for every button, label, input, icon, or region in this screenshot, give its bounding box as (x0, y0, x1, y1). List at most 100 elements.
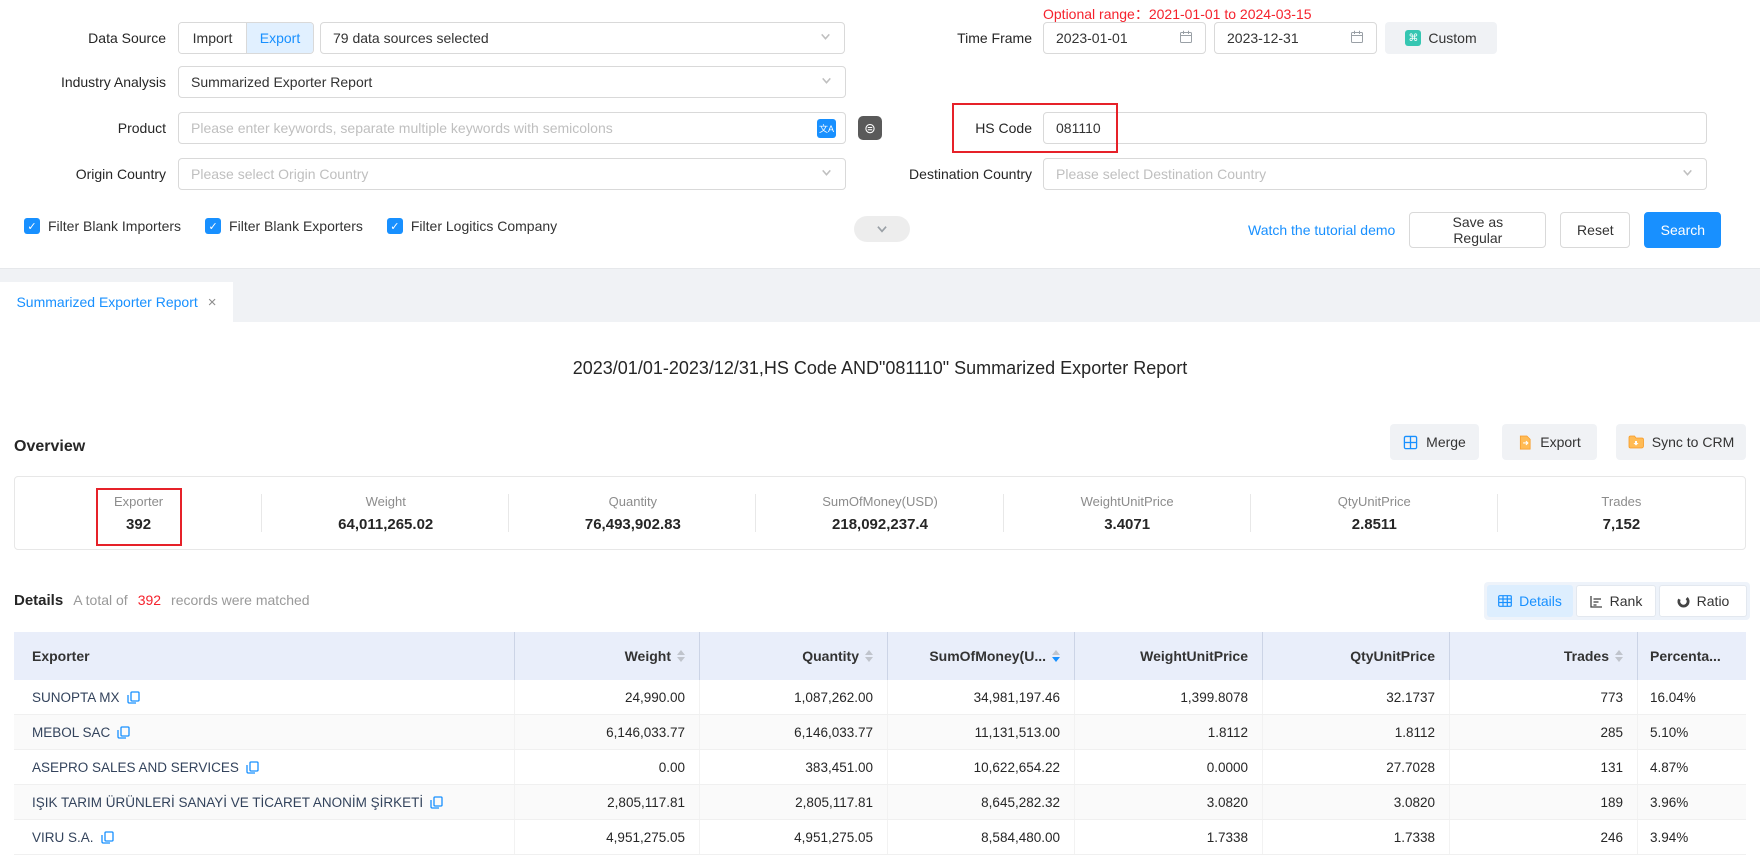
tab-title: Summarized Exporter Report (16, 294, 197, 310)
product-input[interactable]: Please enter keywords, separate multiple… (178, 112, 846, 144)
column-header-exporter[interactable]: Exporter (14, 632, 514, 680)
custom-range-button[interactable]: ⌘ Custom (1385, 22, 1497, 54)
sort-icon[interactable] (865, 650, 873, 662)
column-header-sum-of-money[interactable]: SumOfMoney(U... (887, 632, 1074, 680)
column-header-qty-unit-price[interactable]: QtyUnitPrice (1262, 632, 1449, 680)
export-button[interactable]: Export (1502, 424, 1597, 460)
sum-of-money-cell: 8,645,282.32 (887, 785, 1074, 819)
total-count: 392 (138, 592, 161, 608)
stat-trades: Trades 7,152 (1498, 477, 1745, 549)
translate-icon[interactable]: 文A (817, 119, 836, 138)
total-suffix: records were matched (171, 592, 310, 608)
rank-icon (1590, 595, 1603, 608)
checkbox-filter-logitics-company[interactable]: ✓ Filter Logitics Company (387, 218, 557, 234)
import-toggle[interactable]: Import (179, 23, 246, 53)
industry-analysis-select[interactable]: Summarized Exporter Report (178, 66, 846, 98)
stat-label: QtyUnitPrice (1338, 494, 1411, 509)
copy-icon[interactable] (430, 796, 443, 809)
filter-panel: Optional range：2021-01-01 to 2024-03-15 … (0, 0, 1760, 268)
export-toggle[interactable]: Export (246, 23, 313, 53)
close-icon[interactable]: × (208, 294, 217, 311)
sort-icon[interactable] (677, 650, 685, 662)
stat-value: 7,152 (1603, 516, 1641, 533)
search-button[interactable]: Search (1644, 212, 1721, 248)
origin-country-placeholder: Please select Origin Country (191, 166, 368, 182)
copy-icon[interactable] (246, 761, 259, 774)
chevron-down-icon (820, 74, 833, 90)
trades-cell: 189 (1449, 785, 1637, 819)
hs-code-value: 081110 (1056, 120, 1101, 136)
destination-country-select[interactable]: Please select Destination Country (1043, 158, 1707, 190)
exporter-name-link[interactable]: IŞIK TARIM ÜRÜNLERİ SANAYİ VE TİCARET AN… (32, 795, 423, 810)
stat-weight: Weight 64,011,265.02 (262, 477, 509, 549)
exporter-name-link[interactable]: MEBOL SAC (32, 725, 110, 740)
view-details-button[interactable]: Details (1487, 585, 1573, 617)
sort-icon[interactable] (1615, 650, 1623, 662)
stat-exporter: Exporter 392 (15, 477, 262, 549)
report-title: 2023/01/01-2023/12/31,HS Code AND"081110… (0, 358, 1760, 379)
exporter-name-link[interactable]: VIRU S.A. (32, 830, 94, 845)
view-rank-label: Rank (1610, 593, 1643, 609)
data-source-label: Data Source (6, 30, 166, 46)
column-header-quantity[interactable]: Quantity (699, 632, 887, 680)
weight-unit-price-cell: 1,399.8078 (1074, 680, 1262, 714)
checkbox-filter-blank-exporters[interactable]: ✓ Filter Blank Exporters (205, 218, 363, 234)
view-switcher: Details Rank Ratio (1484, 582, 1750, 620)
stat-label: Quantity (609, 494, 657, 509)
checkbox-label: Filter Blank Importers (48, 218, 181, 234)
trades-cell: 285 (1449, 715, 1637, 749)
column-header-percentage[interactable]: Percenta... (1637, 632, 1746, 680)
merge-button[interactable]: Merge (1390, 424, 1479, 460)
percentage-cell: 4.87% (1637, 750, 1746, 784)
percentage-cell: 5.10% (1637, 715, 1746, 749)
overview-stats-bar: Exporter 392 Weight 64,011,265.02 Quanti… (14, 476, 1746, 550)
origin-country-label: Origin Country (6, 166, 166, 182)
checkbox-checked-icon: ✓ (24, 218, 40, 234)
sync-to-crm-button[interactable]: Sync to CRM (1616, 424, 1746, 460)
copy-icon[interactable] (127, 691, 140, 704)
view-rank-button[interactable]: Rank (1576, 585, 1656, 617)
view-ratio-button[interactable]: Ratio (1659, 585, 1747, 617)
weight-cell: 6,146,033.77 (514, 715, 699, 749)
tab-summarized-exporter-report[interactable]: Summarized Exporter Report × (0, 282, 233, 322)
weight-unit-price-cell: 1.8112 (1074, 715, 1262, 749)
ratio-donut-icon (1677, 595, 1690, 608)
origin-country-select[interactable]: Please select Origin Country (178, 158, 846, 190)
data-source-toggle: Import Export (178, 22, 314, 54)
summarized-exporter-report-page: { "colors": { "accent": "#1890ff", "anno… (0, 0, 1760, 849)
details-table: Exporter Weight Quantity SumOfMoney(U...… (14, 632, 1746, 855)
custom-label: Custom (1428, 30, 1476, 46)
industry-analysis-label: Industry Analysis (6, 74, 166, 90)
copy-icon[interactable] (101, 831, 114, 844)
column-header-weight[interactable]: Weight (514, 632, 699, 680)
exporter-name-link[interactable]: SUNOPTA MX (32, 690, 120, 705)
destination-country-placeholder: Please select Destination Country (1056, 166, 1266, 182)
sum-of-money-cell: 11,131,513.00 (887, 715, 1074, 749)
column-header-trades[interactable]: Trades (1449, 632, 1637, 680)
details-header: Details A total of 392 records were matc… (14, 592, 310, 609)
checkbox-filter-blank-importers[interactable]: ✓ Filter Blank Importers (24, 218, 181, 234)
sort-icon-active-desc[interactable] (1052, 650, 1060, 662)
assistant-icon[interactable]: ⊜ (858, 116, 882, 140)
collapse-filters-button[interactable] (854, 216, 910, 242)
hs-code-input[interactable]: 081110 (1043, 112, 1707, 144)
start-date-input[interactable]: 2023-01-01 (1043, 22, 1206, 54)
copy-icon[interactable] (117, 726, 130, 739)
stat-qty-unit-price: QtyUnitPrice 2.8511 (1251, 477, 1498, 549)
quantity-cell: 1,087,262.00 (699, 680, 887, 714)
qty-unit-price-cell: 27.7028 (1262, 750, 1449, 784)
merge-label: Merge (1426, 434, 1466, 450)
data-sources-select[interactable]: 79 data sources selected (320, 22, 845, 54)
column-header-weight-unit-price[interactable]: WeightUnitPrice (1074, 632, 1262, 680)
save-as-regular-button[interactable]: Save as Regular (1409, 212, 1546, 248)
reset-button[interactable]: Reset (1560, 212, 1630, 248)
data-sources-value: 79 data sources selected (333, 30, 489, 46)
result-tab-bar: Summarized Exporter Report × (0, 268, 1760, 322)
end-date-input[interactable]: 2023-12-31 (1214, 22, 1377, 54)
stat-label: WeightUnitPrice (1081, 494, 1174, 509)
table-row: IŞIK TARIM ÜRÜNLERİ SANAYİ VE TİCARET AN… (14, 785, 1746, 820)
table-row: SUNOPTA MX 24,990.00 1,087,262.00 34,981… (14, 680, 1746, 715)
chevron-down-icon (875, 222, 889, 236)
exporter-name-link[interactable]: ASEPRO SALES AND SERVICES (32, 760, 239, 775)
tutorial-demo-link[interactable]: Watch the tutorial demo (1248, 222, 1395, 238)
